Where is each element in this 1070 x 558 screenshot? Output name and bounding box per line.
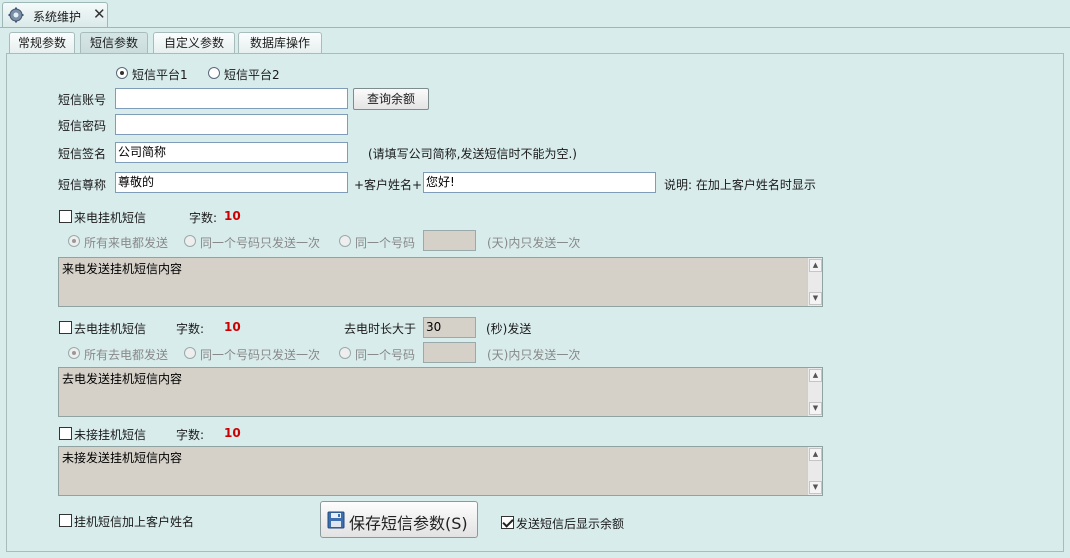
outgoing-same-radio[interactable] — [339, 347, 351, 359]
platform1-label: 短信平台1 — [132, 68, 188, 82]
outgoing-scrollbar[interactable]: ▲ ▼ — [807, 368, 822, 416]
incoming-sms-label: 来电挂机短信 — [74, 211, 147, 225]
incoming-sms-checkbox[interactable] — [59, 210, 72, 223]
missed-content-textarea[interactable]: 未接发送挂机短信内容 ▲ ▼ — [58, 446, 823, 496]
salutation-note: 说明: 在加上客户姓名时显示 — [664, 178, 816, 192]
scroll-down-icon[interactable]: ▼ — [809, 402, 822, 415]
incoming-days-input[interactable] — [423, 230, 476, 251]
signature-hint: (请填写公司简称,发送短信时不能为空.) — [368, 147, 577, 161]
outgoing-sms-checkbox[interactable] — [59, 321, 72, 334]
tab-general-params[interactable]: 常规参数 — [9, 32, 75, 53]
password-label: 短信密码 — [58, 119, 107, 133]
save-button-label: 保存短信参数(S) — [349, 514, 468, 533]
platform2-radio[interactable] — [208, 67, 220, 79]
scroll-up-icon[interactable]: ▲ — [809, 448, 822, 461]
window-tab-system-maintenance[interactable]: 系统维护 ✕ — [2, 2, 108, 27]
salutation-label: 短信尊称 — [58, 178, 107, 192]
tab-strip-divider — [0, 27, 1070, 28]
incoming-count-label: 字数: — [189, 211, 218, 225]
tab-database-ops[interactable]: 数据库操作 — [238, 32, 322, 53]
incoming-days-suffix: (天)内只发送一次 — [487, 236, 581, 250]
platform2-label: 短信平台2 — [224, 68, 280, 82]
greeting-input[interactable]: 您好! — [423, 172, 656, 193]
incoming-once-radio[interactable] — [184, 235, 196, 247]
missed-count-label: 字数: — [176, 428, 205, 442]
outgoing-content-textarea[interactable]: 去电发送挂机短信内容 ▲ ▼ — [58, 367, 823, 417]
outgoing-count-value: 10 — [224, 320, 241, 334]
outgoing-duration-suffix: (秒)发送 — [486, 322, 532, 336]
query-balance-button[interactable]: 查询余额 — [353, 88, 429, 110]
missed-content-text: 未接发送挂机短信内容 — [62, 451, 183, 465]
scroll-up-icon[interactable]: ▲ — [809, 369, 822, 382]
outgoing-sms-label: 去电挂机短信 — [74, 322, 147, 336]
outgoing-duration-input[interactable]: 30 — [423, 317, 476, 338]
outgoing-all-radio[interactable] — [68, 347, 80, 359]
missed-count-value: 10 — [224, 426, 241, 440]
platform1-radio[interactable] — [116, 67, 128, 79]
incoming-all-radio[interactable] — [68, 235, 80, 247]
incoming-same-radio[interactable] — [339, 235, 351, 247]
signature-label: 短信签名 — [58, 147, 107, 161]
incoming-count-value: 10 — [224, 209, 241, 223]
incoming-all-label: 所有来电都发送 — [84, 236, 169, 250]
tab-custom-params[interactable]: 自定义参数 — [153, 32, 235, 53]
incoming-same-label: 同一个号码 — [355, 236, 416, 250]
add-customer-name-label: 挂机短信加上客户姓名 — [74, 515, 195, 529]
account-input[interactable] — [115, 88, 348, 109]
scroll-down-icon[interactable]: ▼ — [809, 292, 822, 305]
incoming-content-text: 来电发送挂机短信内容 — [62, 262, 183, 276]
save-sms-params-button[interactable]: 保存短信参数(S) — [320, 501, 478, 538]
scroll-down-icon[interactable]: ▼ — [809, 481, 822, 494]
outgoing-same-label: 同一个号码 — [355, 348, 416, 362]
outgoing-once-label: 同一个号码只发送一次 — [200, 348, 321, 362]
incoming-once-label: 同一个号码只发送一次 — [200, 236, 321, 250]
missed-scrollbar[interactable]: ▲ ▼ — [807, 447, 822, 495]
account-label: 短信账号 — [58, 93, 107, 107]
outgoing-count-label: 字数: — [176, 322, 205, 336]
window-tab-title: 系统维护 — [33, 10, 82, 24]
outgoing-content-text: 去电发送挂机短信内容 — [62, 372, 183, 386]
missed-sms-checkbox[interactable] — [59, 427, 72, 440]
outgoing-days-suffix: (天)内只发送一次 — [487, 348, 581, 362]
floppy-disk-icon — [327, 511, 345, 529]
tab-sms-params[interactable]: 短信参数 — [80, 32, 148, 54]
missed-sms-label: 未接挂机短信 — [74, 428, 147, 442]
outgoing-all-label: 所有去电都发送 — [84, 348, 169, 362]
add-customer-name-checkbox[interactable] — [59, 514, 72, 527]
scroll-up-icon[interactable]: ▲ — [809, 259, 822, 272]
password-input[interactable] — [115, 114, 348, 135]
outgoing-duration-label: 去电时长大于 — [344, 322, 417, 336]
signature-input[interactable]: 公司简称 — [115, 142, 348, 163]
outgoing-once-radio[interactable] — [184, 347, 196, 359]
incoming-scrollbar[interactable]: ▲ ▼ — [807, 258, 822, 306]
outgoing-days-input[interactable] — [423, 342, 476, 363]
show-balance-label: 发送短信后显示余额 — [516, 517, 625, 531]
salutation-input[interactable]: 尊敬的 — [115, 172, 348, 193]
plus-customer-name-label: +客户姓名+ — [354, 178, 423, 192]
gear-icon — [8, 7, 24, 23]
show-balance-checkbox[interactable] — [501, 516, 514, 529]
close-icon[interactable]: ✕ — [93, 4, 106, 24]
incoming-content-textarea[interactable]: 来电发送挂机短信内容 ▲ ▼ — [58, 257, 823, 307]
